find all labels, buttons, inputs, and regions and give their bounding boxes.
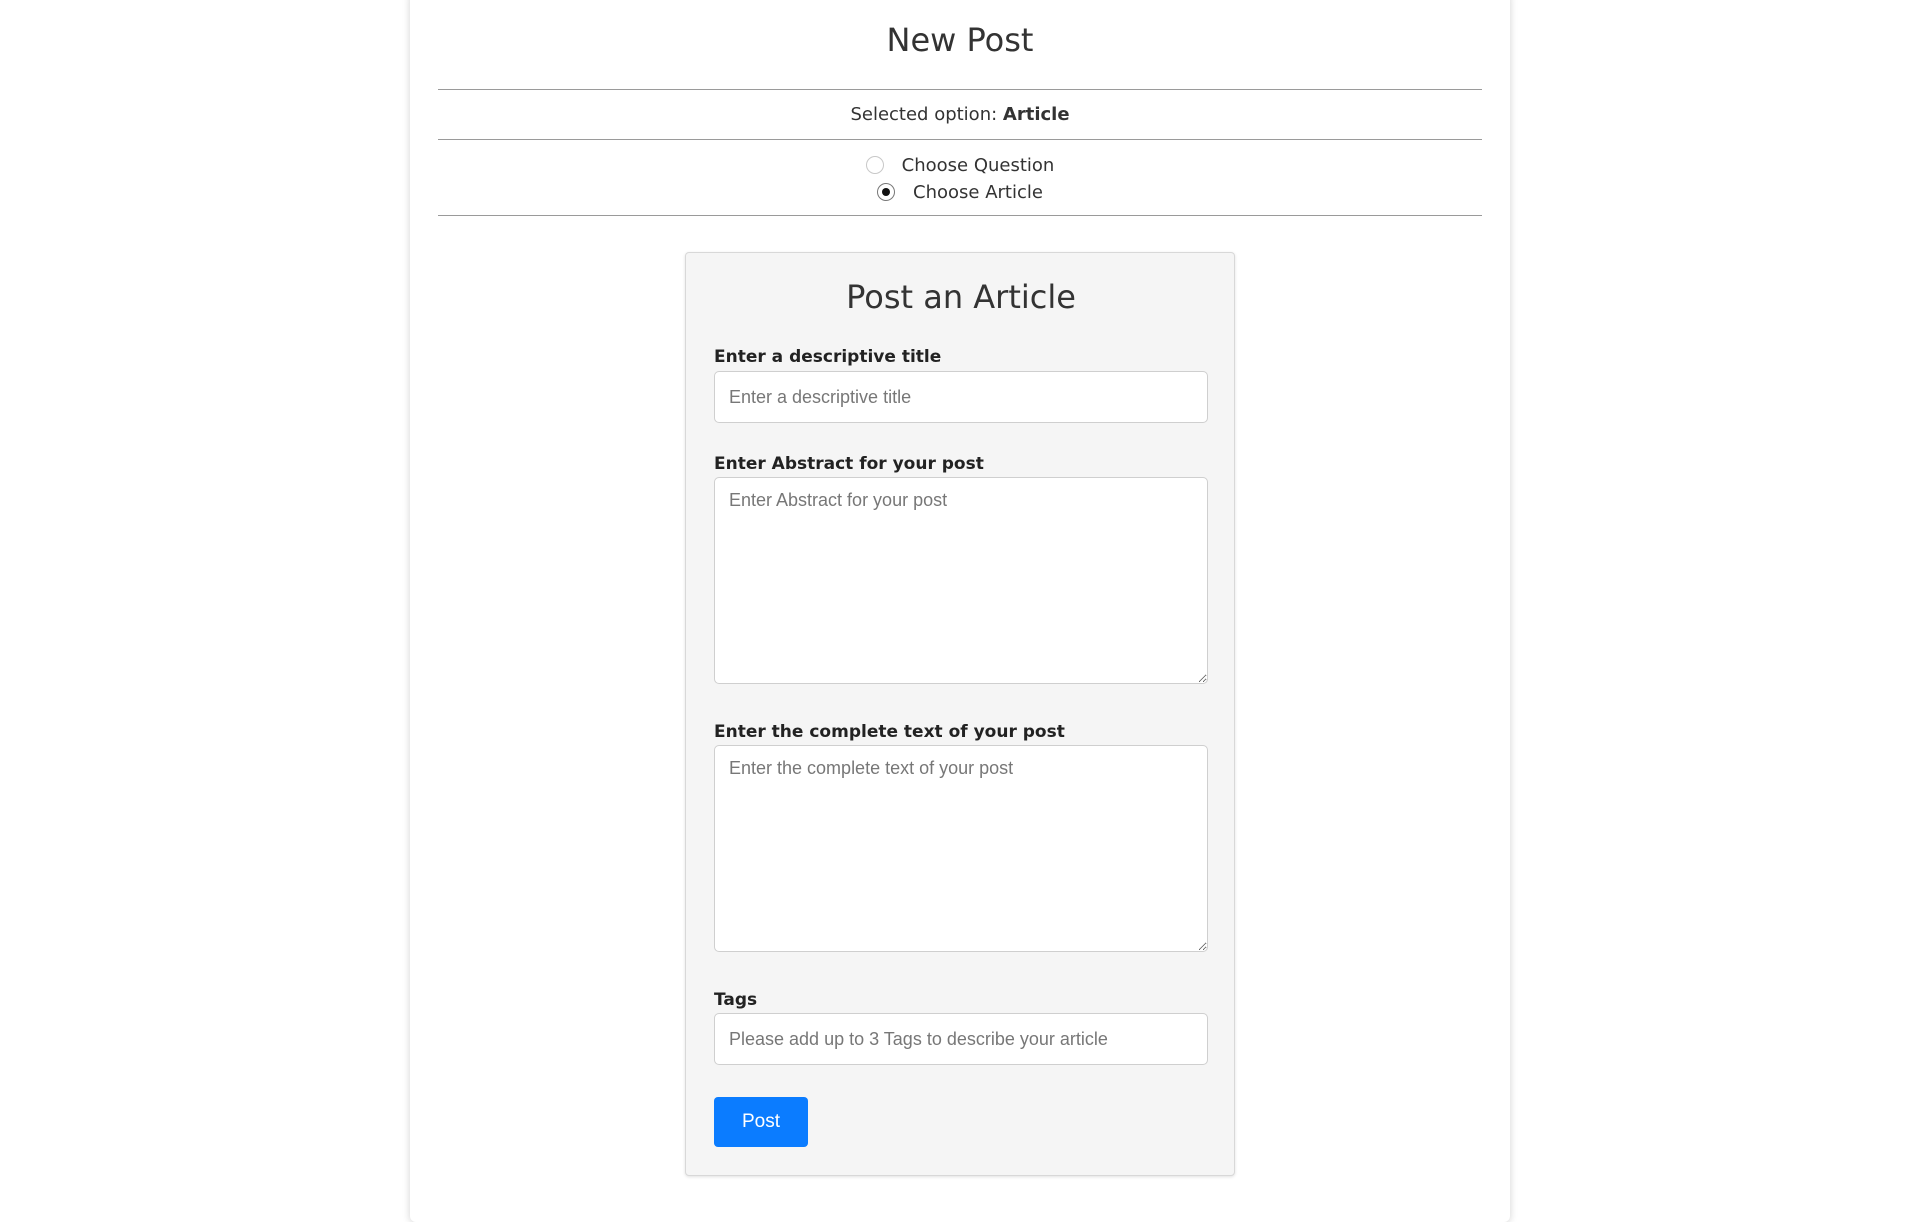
divider xyxy=(438,215,1482,216)
choose-question-option[interactable]: Choose Question xyxy=(410,152,1510,178)
post-button[interactable]: Post xyxy=(714,1097,808,1147)
selected-option-value: Article xyxy=(1002,104,1070,125)
new-post-page: New Post Selected option: Article Choose… xyxy=(410,0,1510,1222)
divider xyxy=(438,139,1482,140)
tags-field-label: Tags xyxy=(714,990,758,1010)
choose-article-radio[interactable] xyxy=(877,183,896,201)
abstract-field-label: Enter Abstract for your post xyxy=(714,454,984,474)
choose-article-option[interactable]: Choose Article xyxy=(410,179,1510,205)
page-title: New Post xyxy=(886,21,1034,59)
selected-option-prefix: Selected option: xyxy=(850,104,1003,125)
selected-option-status: Selected option: Article xyxy=(410,101,1510,129)
post-article-form: Post an Article Enter a descriptive titl… xyxy=(685,252,1235,1176)
choose-article-label[interactable]: Choose Article xyxy=(913,182,1043,203)
choose-question-radio[interactable] xyxy=(865,156,884,174)
form-title: Post an Article xyxy=(846,278,1076,316)
divider xyxy=(438,89,1482,90)
tags-input[interactable] xyxy=(714,1013,1208,1065)
body-textarea[interactable] xyxy=(714,745,1208,952)
abstract-textarea[interactable] xyxy=(714,477,1208,684)
body-field-label: Enter the complete text of your post xyxy=(714,722,1065,742)
title-field-label: Enter a descriptive title xyxy=(714,347,942,367)
choose-question-label[interactable]: Choose Question xyxy=(902,155,1055,176)
title-input[interactable] xyxy=(714,371,1208,423)
